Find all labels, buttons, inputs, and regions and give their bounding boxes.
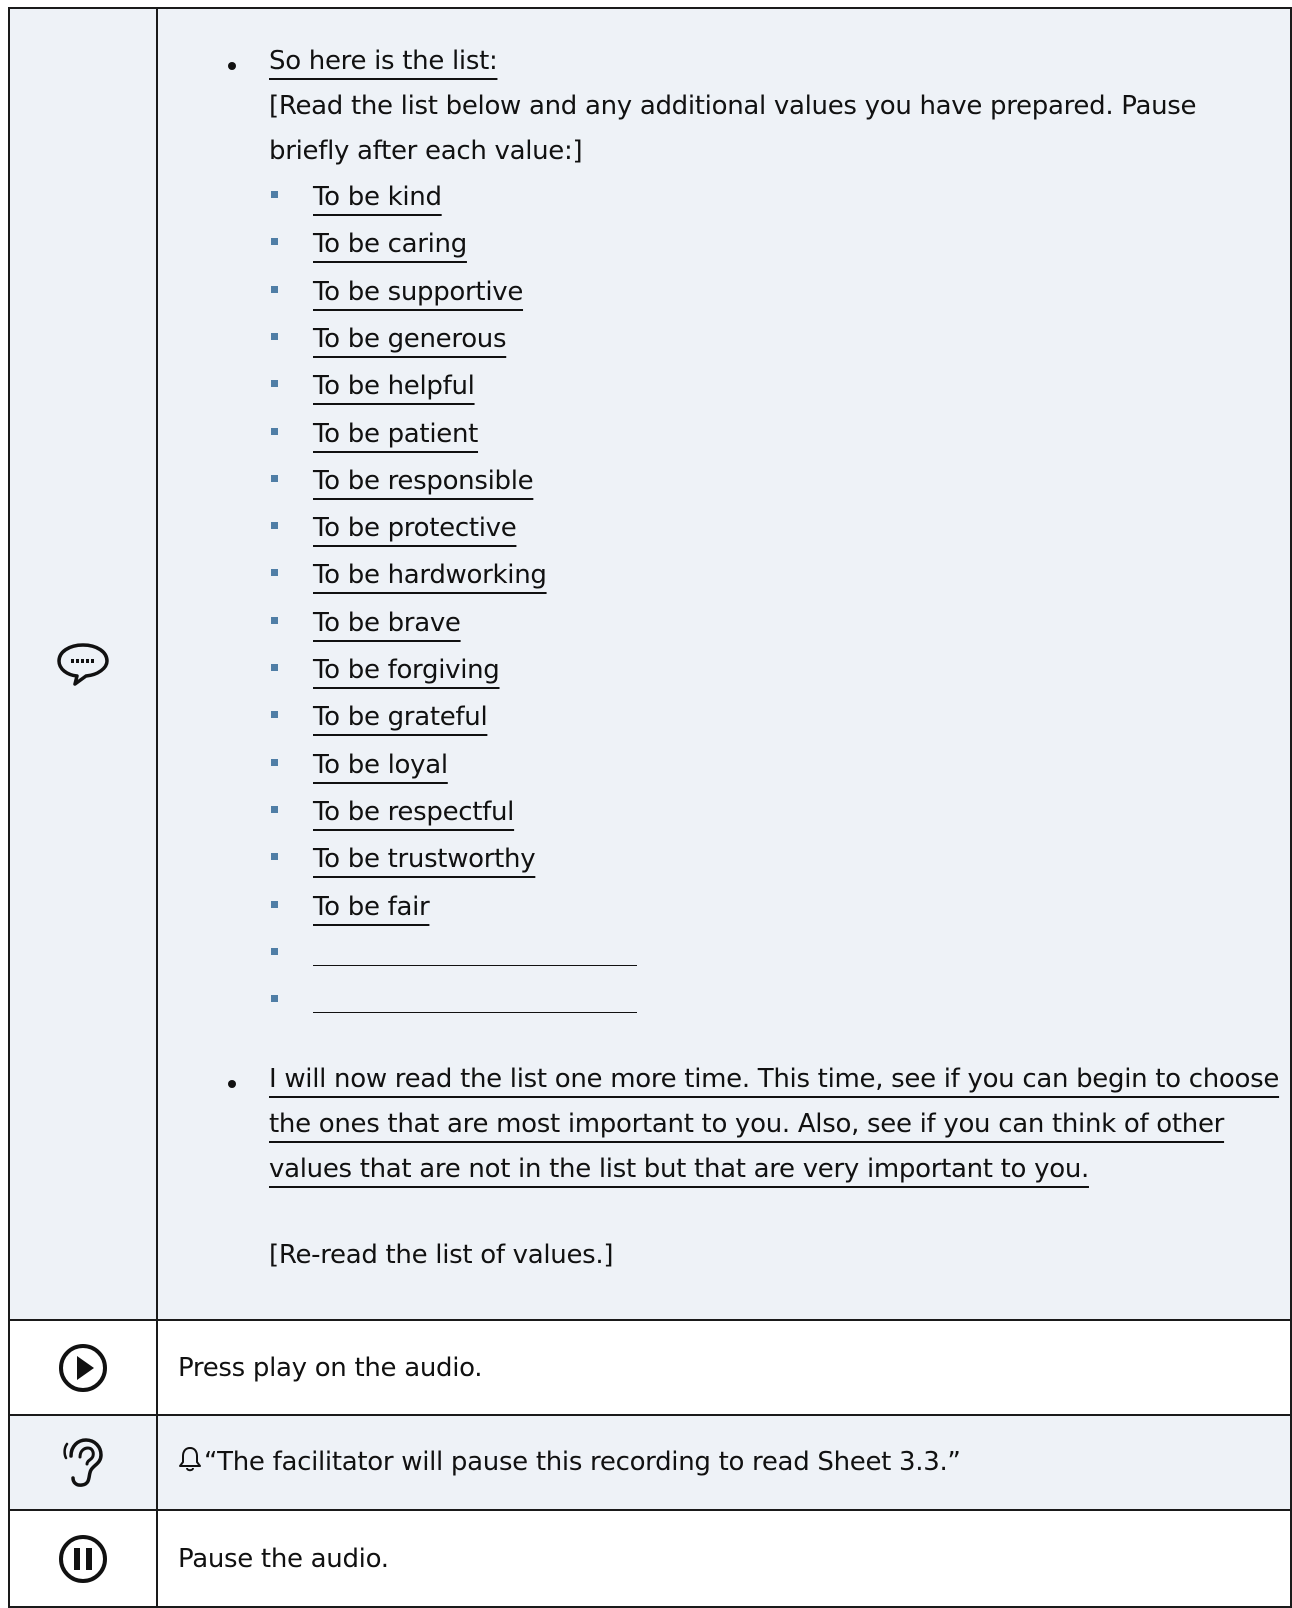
reread-paragraph: I will now read the list one more time. …: [269, 1057, 1280, 1192]
pause-row: Pause the audio.: [8, 1509, 1292, 1608]
pause-icon-cell: [8, 1509, 158, 1608]
intro-text: So here is the list:: [269, 46, 498, 76]
blank-line: [313, 1012, 637, 1014]
play-icon-cell: [8, 1319, 158, 1416]
sub-bullet-square: [271, 522, 278, 530]
listen-icon-cell: [8, 1414, 158, 1511]
intro-block: So here is the list: [Read the list belo…: [269, 39, 1280, 174]
sub-bullet-square: [271, 853, 278, 861]
instruction-text: [Read the list below and any additional …: [269, 91, 1197, 166]
sub-bullet-square: [271, 380, 278, 388]
ear-icon: [10, 1436, 156, 1490]
value-text: To be loyal: [313, 749, 448, 780]
bell-icon: [178, 1445, 202, 1480]
audio-quote-text: “The facilitator will pause this recordi…: [204, 1447, 961, 1477]
value-text: To be grateful: [313, 702, 488, 733]
sub-bullet-square: [271, 664, 278, 671]
sub-bullet-square: [271, 947, 278, 955]
sub-bullet-square: [271, 427, 278, 435]
reread-note: [Re-read the list of values.]: [269, 1240, 614, 1270]
value-text: To be kind: [313, 182, 442, 212]
sub-bullet-square: [271, 805, 278, 813]
value-text: To be forgiving: [313, 655, 500, 685]
value-text: To be brave: [313, 607, 461, 638]
pause-icon: [10, 1533, 156, 1585]
pause-instruction: Pause the audio.: [178, 1543, 389, 1574]
sub-bullet-square: [271, 616, 278, 624]
speak-content-cell: So here is the list: [Read the list belo…: [156, 7, 1292, 1321]
value-text: To be respectful: [313, 796, 515, 827]
listen-content-cell: “The facilitator will pause this recordi…: [156, 1414, 1292, 1511]
sub-bullet-square: [271, 711, 278, 719]
pause-content-cell: Pause the audio.: [156, 1509, 1292, 1608]
play-instruction: Press play on the audio.: [178, 1352, 483, 1383]
sub-bullet-square: [271, 332, 278, 340]
listen-row: “The facilitator will pause this recordi…: [8, 1414, 1292, 1511]
bullet-dot: [228, 62, 236, 70]
value-text: To be helpful: [313, 371, 475, 402]
value-text: To be trustworthy: [313, 844, 536, 875]
sub-bullet-square: [271, 995, 278, 1003]
sub-bullet-square: [271, 191, 278, 198]
blank-line: [313, 964, 637, 966]
reread-text: I will now read the list one more time. …: [269, 1064, 1280, 1184]
value-text: To be fair: [313, 891, 430, 922]
speech-bubble-icon: [10, 641, 156, 687]
play-content-cell: Press play on the audio.: [156, 1319, 1292, 1416]
play-icon: [10, 1342, 156, 1394]
play-row: Press play on the audio.: [8, 1319, 1292, 1416]
value-text: To be protective: [313, 513, 517, 544]
sub-bullet-square: [271, 900, 278, 908]
value-text: To be hardworking: [313, 560, 547, 591]
value-text: To be caring: [313, 229, 467, 260]
sub-bullet-square: [271, 758, 278, 766]
sub-bullet-square: [271, 569, 278, 577]
value-text: To be generous: [313, 323, 507, 354]
sub-bullet-square: [271, 238, 278, 246]
audio-quote: “The facilitator will pause this recordi…: [158, 1445, 1290, 1480]
value-text: To be supportive: [313, 276, 524, 307]
value-text: To be responsible: [313, 465, 534, 496]
speak-icon-cell: [8, 7, 158, 1321]
speak-row: So here is the list: [Read the list belo…: [8, 7, 1292, 1321]
script-content: So here is the list: [Read the list belo…: [158, 9, 1290, 1319]
sub-bullet-square: [271, 474, 278, 482]
facilitator-script-table: So here is the list: [Read the list belo…: [8, 7, 1292, 1608]
value-text: To be patient: [313, 418, 479, 449]
sub-bullet-square: [271, 285, 278, 293]
bullet-dot: [228, 1080, 236, 1088]
